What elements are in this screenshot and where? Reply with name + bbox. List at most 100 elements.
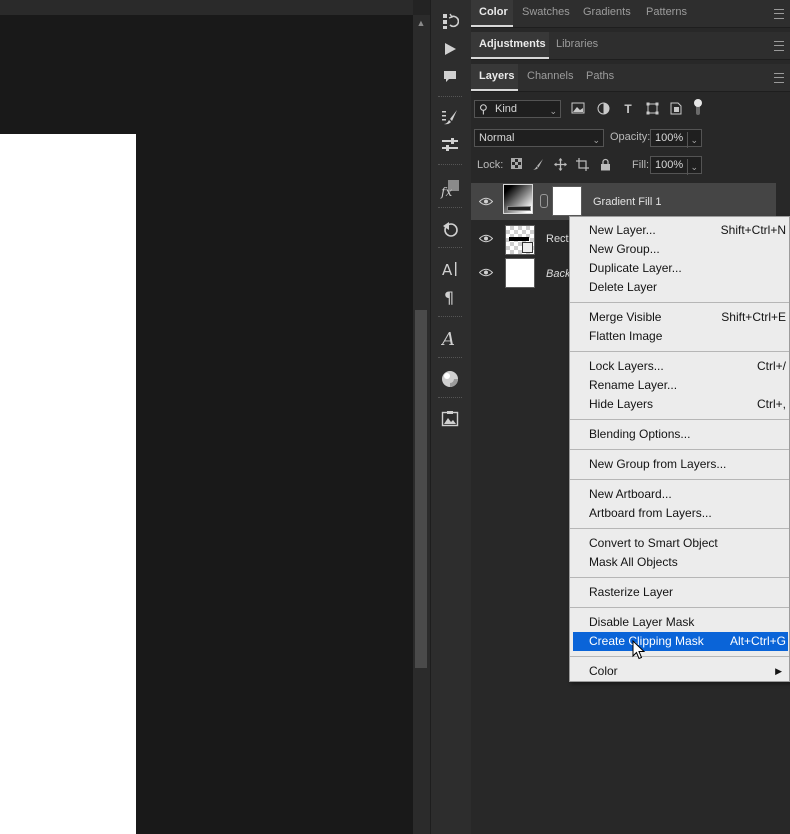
menu-item-shortcut: Shift+Ctrl+E	[721, 310, 786, 324]
tab-gradients[interactable]: Gradients	[575, 0, 639, 27]
menu-item-shortcut: Ctrl+/	[756, 359, 786, 373]
vertical-scrollbar-thumb[interactable]	[415, 310, 427, 668]
clone-source-icon[interactable]	[438, 133, 462, 157]
paragraph-icon[interactable]: ¶	[438, 285, 462, 309]
blend-mode-dropdown[interactable]: Normal ⌄	[474, 129, 604, 147]
strip-separator	[438, 397, 462, 400]
tab-patterns[interactable]: Patterns	[638, 0, 695, 27]
tab-libraries[interactable]: Libraries	[548, 32, 606, 59]
menu-item-label: Rasterize Layer	[589, 585, 674, 599]
menu-item-label: Lock Layers...	[589, 359, 664, 373]
menu-item[interactable]: Rename Layer...	[573, 376, 788, 395]
history-icon[interactable]	[438, 9, 462, 33]
menu-item-label: New Group...	[589, 242, 660, 256]
menu-item[interactable]: Disable Layer Mask	[573, 613, 788, 632]
menu-item[interactable]: Flatten Image	[573, 327, 788, 346]
menu-item[interactable]: Lock Layers... Ctrl+/	[573, 357, 788, 376]
strip-separator	[438, 164, 462, 167]
strip-separator	[438, 247, 462, 250]
tab-paths[interactable]: Paths	[578, 64, 622, 91]
styles-fx-icon[interactable]: fx	[438, 177, 462, 201]
opacity-field[interactable]: 100% ⌄	[650, 129, 702, 148]
svg-text:fx: fx	[440, 185, 452, 199]
filter-toggle-switch[interactable]	[694, 99, 702, 117]
layer-filter-kind-dropdown[interactable]: ⚲ Kind ⌄	[474, 100, 561, 118]
menu-item-shortcut: Alt+Ctrl+G	[729, 634, 786, 648]
layer-mask-link-icon[interactable]	[540, 194, 548, 208]
menu-separator	[570, 449, 789, 450]
menu-separator	[570, 302, 789, 303]
panel-menu-icon[interactable]	[774, 41, 784, 51]
lock-all-icon[interactable]	[598, 158, 612, 172]
search-icon: ⚲	[479, 102, 488, 116]
fill-field[interactable]: 100% ⌄	[650, 156, 702, 175]
layer-context-menu: New Layer... Shift+Ctrl+N New Group... Dupl…	[569, 216, 790, 682]
menu-item[interactable]: Mask All Objects	[573, 553, 788, 572]
tab-color[interactable]: Color	[471, 0, 513, 27]
lock-image-pixels-brush-icon[interactable]	[531, 158, 545, 172]
menu-separator	[570, 479, 789, 480]
comments-icon[interactable]	[438, 65, 462, 89]
scroll-up-arrow-icon[interactable]: ▲	[416, 18, 426, 28]
menu-separator	[570, 419, 789, 420]
submenu-arrow-icon: ▶	[775, 666, 782, 676]
lock-artboard-icon[interactable]	[575, 158, 589, 172]
menu-item-label: New Layer...	[589, 223, 656, 237]
menu-item[interactable]: New Group...	[573, 240, 788, 259]
libraries-image-icon[interactable]	[438, 407, 462, 431]
menu-item[interactable]: Blending Options...	[573, 425, 788, 444]
menu-item-label: Rename Layer...	[589, 378, 678, 392]
brush-settings-icon[interactable]	[438, 105, 462, 129]
properties-icon[interactable]	[438, 217, 462, 241]
filter-adjustment-icon[interactable]	[596, 102, 610, 116]
menu-item-label: Blending Options...	[589, 427, 691, 441]
tab-swatches[interactable]: Swatches	[514, 0, 578, 27]
menu-item[interactable]: Rasterize Layer	[573, 583, 788, 602]
rectangle-layer-thumbnail[interactable]	[505, 225, 535, 255]
filter-smart-object-icon[interactable]	[669, 102, 683, 116]
actions-play-icon[interactable]	[438, 37, 462, 61]
menu-item[interactable]: Duplicate Layer...	[573, 259, 788, 278]
layer-name[interactable]: Gradient Fill 1	[593, 196, 661, 208]
menu-item[interactable]: Merge Visible Shift+Ctrl+E	[573, 308, 788, 327]
eye-visibility-icon[interactable]	[478, 197, 494, 207]
panel-menu-icon[interactable]	[774, 9, 784, 19]
panel-menu-icon[interactable]	[774, 73, 784, 83]
tab-channels[interactable]: Channels	[519, 64, 581, 91]
menu-item[interactable]: Hide Layers Ctrl+,	[573, 395, 788, 414]
menu-item[interactable]: Delete Layer	[573, 278, 788, 297]
menu-item[interactable]: Artboard from Layers...	[573, 504, 788, 523]
strip-separator	[438, 316, 462, 319]
character-icon[interactable]: A	[438, 257, 462, 281]
eye-visibility-icon[interactable]	[478, 268, 494, 278]
menu-item[interactable]: New Artboard...	[573, 485, 788, 504]
menu-item-shortcut: Ctrl+,	[756, 397, 786, 411]
gradient-fill-thumbnail[interactable]	[503, 184, 533, 214]
menu-item-label: Convert to Smart Object	[589, 536, 718, 550]
glyphs-icon[interactable]: A	[438, 326, 462, 350]
lock-position-move-icon[interactable]	[553, 158, 567, 172]
menu-item[interactable]: New Layer... Shift+Ctrl+N	[573, 221, 788, 240]
eye-visibility-icon[interactable]	[478, 234, 494, 244]
chevron-down-icon[interactable]: ⌄	[687, 132, 698, 148]
document-tab-bar	[0, 0, 413, 15]
materials-sphere-icon[interactable]	[438, 367, 462, 391]
filter-pixel-icon[interactable]	[571, 102, 585, 116]
document-white-canvas[interactable]	[0, 134, 136, 834]
menu-item[interactable]: Color ▶	[573, 662, 788, 681]
filter-type-icon[interactable]: T	[621, 102, 635, 116]
filter-shape-icon[interactable]	[645, 102, 659, 116]
chevron-down-icon: ⌄	[549, 106, 557, 116]
menu-item[interactable]: New Group from Layers...	[573, 455, 788, 474]
menu-item[interactable]: Create Clipping Mask Alt+Ctrl+G	[573, 632, 788, 651]
menu-item-label: Flatten Image	[589, 329, 663, 343]
tab-layers[interactable]: Layers	[471, 64, 518, 91]
fill-label: Fill:	[632, 159, 650, 171]
menu-item[interactable]: Convert to Smart Object	[573, 534, 788, 553]
menu-separator	[570, 607, 789, 608]
background-layer-thumbnail[interactable]	[505, 258, 535, 288]
tab-adjustments[interactable]: Adjustments	[471, 32, 549, 59]
layer-mask-thumbnail[interactable]	[552, 186, 582, 216]
lock-transparent-pixels-icon[interactable]	[509, 158, 523, 172]
chevron-down-icon[interactable]: ⌄	[687, 159, 698, 175]
